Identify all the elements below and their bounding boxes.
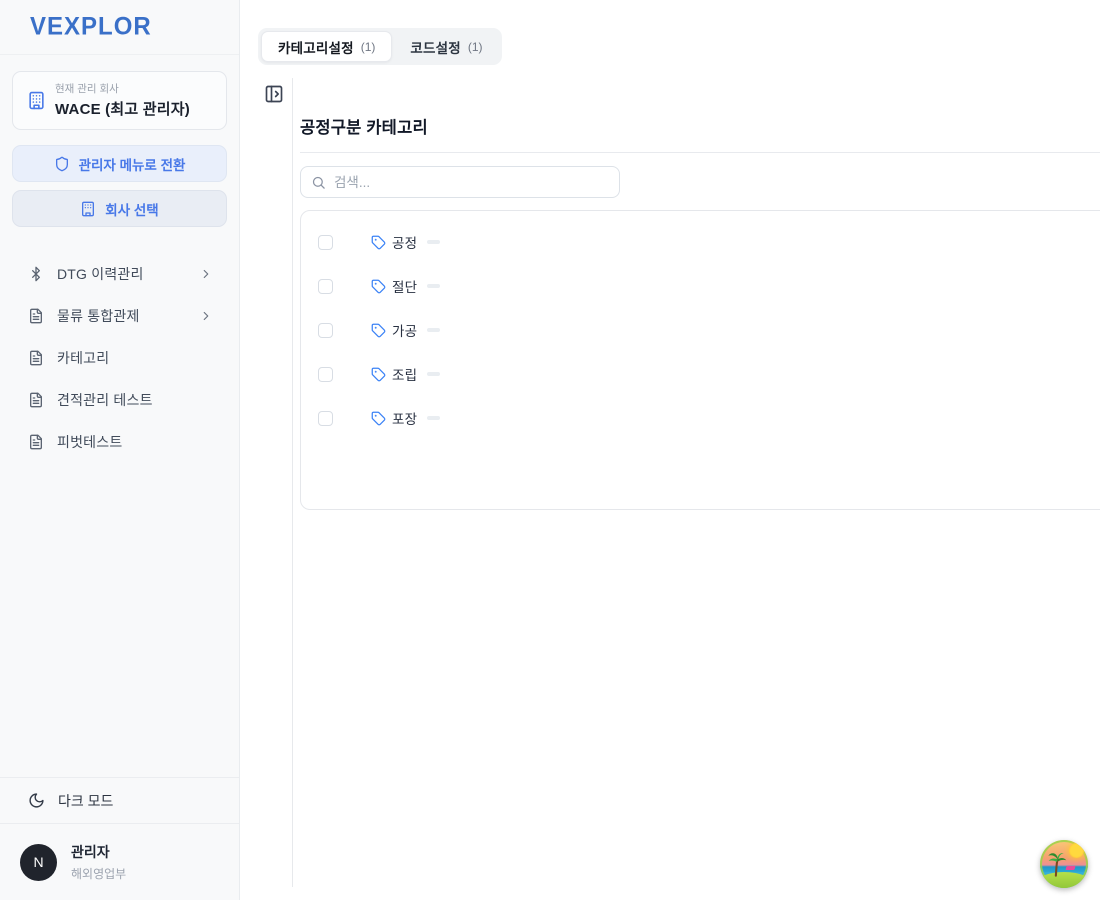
bluetooth-icon bbox=[28, 266, 44, 282]
dark-mode-toggle[interactable]: 다크 모드 bbox=[0, 777, 239, 824]
category-checkbox[interactable] bbox=[318, 323, 333, 338]
tab-category-settings[interactable]: 카테고리설정 (1) bbox=[261, 31, 392, 62]
current-company-card: 현재 관리 회사 WACE (최고 관리자) bbox=[12, 71, 227, 130]
sidebar-item-pivot-test[interactable]: 피벗테스트 bbox=[0, 421, 239, 463]
category-row: 포장 bbox=[301, 396, 1100, 440]
main-content: 카테고리설정 (1) 코드설정 (1) 공정구분 카테고리 bbox=[240, 0, 1100, 900]
category-row: 공정 bbox=[301, 220, 1100, 264]
tag-icon bbox=[371, 411, 386, 426]
company-card-label: 현재 관리 회사 bbox=[55, 81, 190, 96]
vertical-divider bbox=[292, 78, 293, 887]
category-label[interactable]: 포장 bbox=[392, 408, 417, 428]
avatar: N bbox=[20, 844, 57, 881]
panel-collapse-toggle-icon[interactable] bbox=[264, 84, 286, 106]
category-row: 조립 bbox=[301, 352, 1100, 396]
tab-label: 카테고리설정 bbox=[278, 37, 354, 57]
category-checkbox[interactable] bbox=[318, 279, 333, 294]
avatar-initial: N bbox=[33, 854, 43, 870]
category-dash bbox=[427, 328, 440, 332]
select-company-button[interactable]: 회사 선택 bbox=[12, 190, 227, 227]
sidebar-item-label: 피벗테스트 bbox=[57, 432, 122, 452]
tag-icon bbox=[371, 235, 386, 250]
tab-count-badge: (1) bbox=[361, 40, 376, 54]
building-icon bbox=[80, 201, 96, 217]
sidebar-item-dtg-history[interactable]: DTG 이력관리 bbox=[0, 253, 239, 295]
sidebar-item-label: DTG 이력관리 bbox=[57, 264, 144, 284]
settings-tabbar: 카테고리설정 (1) 코드설정 (1) bbox=[258, 28, 502, 65]
category-label[interactable]: 가공 bbox=[392, 320, 417, 340]
island-widget-button[interactable] bbox=[1040, 840, 1088, 888]
logo-row: VEXPLOR bbox=[0, 0, 239, 55]
moon-icon bbox=[28, 792, 45, 809]
tab-label: 코드설정 bbox=[410, 37, 460, 57]
tag-icon bbox=[371, 367, 386, 382]
search-input[interactable] bbox=[334, 175, 609, 190]
category-label[interactable]: 조립 bbox=[392, 364, 417, 384]
category-dash bbox=[427, 240, 440, 244]
switch-admin-menu-button[interactable]: 관리자 메뉴로 전환 bbox=[12, 145, 227, 182]
sidebar-item-logistics-control[interactable]: 물류 통합관제 bbox=[0, 295, 239, 337]
sun-icon bbox=[1069, 843, 1084, 858]
sidebar-spacer bbox=[0, 463, 239, 777]
sidebar-item-quote-test[interactable]: 견적관리 테스트 bbox=[0, 379, 239, 421]
chevron-right-icon bbox=[199, 309, 213, 323]
sidebar-item-category[interactable]: 카테고리 bbox=[0, 337, 239, 379]
category-dash bbox=[427, 284, 440, 288]
category-row: 가공 bbox=[301, 308, 1100, 352]
section-divider bbox=[300, 152, 1100, 153]
building-icon bbox=[27, 91, 46, 110]
category-dash bbox=[427, 372, 440, 376]
company-name: WACE (최고 관리자) bbox=[55, 98, 190, 119]
vexplor-logo: VEXPLOR bbox=[30, 12, 152, 41]
category-section: 공정구분 카테고리 공정 bbox=[300, 78, 1100, 510]
tag-icon bbox=[371, 323, 386, 338]
document-icon bbox=[28, 392, 44, 408]
section-title: 공정구분 카테고리 bbox=[300, 114, 1100, 138]
user-department: 해외영업부 bbox=[71, 865, 126, 882]
shield-icon bbox=[54, 156, 70, 172]
dark-mode-label: 다크 모드 bbox=[58, 791, 113, 811]
tab-count-badge: (1) bbox=[468, 40, 483, 54]
category-label[interactable]: 공정 bbox=[392, 232, 417, 252]
tag-icon bbox=[371, 279, 386, 294]
category-dash bbox=[427, 416, 440, 420]
select-company-label: 회사 선택 bbox=[105, 199, 158, 219]
document-icon bbox=[28, 350, 44, 366]
sidebar: VEXPLOR 현재 관리 회사 WACE (최고 관리자) 관리자 메뉴로 전… bbox=[0, 0, 240, 900]
document-icon bbox=[28, 308, 44, 324]
sidebar-nav: DTG 이력관리 물류 통합관제 카테고리 견적관리 테스트 bbox=[0, 253, 239, 463]
palm-tree-icon bbox=[1043, 848, 1071, 878]
user-profile[interactable]: N 관리자 해외영업부 bbox=[0, 824, 239, 900]
switch-admin-menu-label: 관리자 메뉴로 전환 bbox=[79, 154, 186, 174]
sidebar-item-label: 물류 통합관제 bbox=[57, 306, 140, 326]
category-search bbox=[300, 166, 620, 198]
category-checkbox[interactable] bbox=[318, 411, 333, 426]
search-icon bbox=[311, 175, 326, 190]
category-checkbox[interactable] bbox=[318, 235, 333, 250]
category-checkbox[interactable] bbox=[318, 367, 333, 382]
tab-code-settings[interactable]: 코드설정 (1) bbox=[394, 31, 498, 62]
category-label[interactable]: 절단 bbox=[392, 276, 417, 296]
chevron-right-icon bbox=[199, 267, 213, 281]
sidebar-item-label: 견적관리 테스트 bbox=[57, 390, 153, 410]
category-tree-panel: 공정 절단 가공 bbox=[300, 210, 1100, 510]
sidebar-item-label: 카테고리 bbox=[57, 348, 109, 368]
user-name: 관리자 bbox=[71, 842, 126, 862]
category-row: 절단 bbox=[301, 264, 1100, 308]
document-icon bbox=[28, 434, 44, 450]
